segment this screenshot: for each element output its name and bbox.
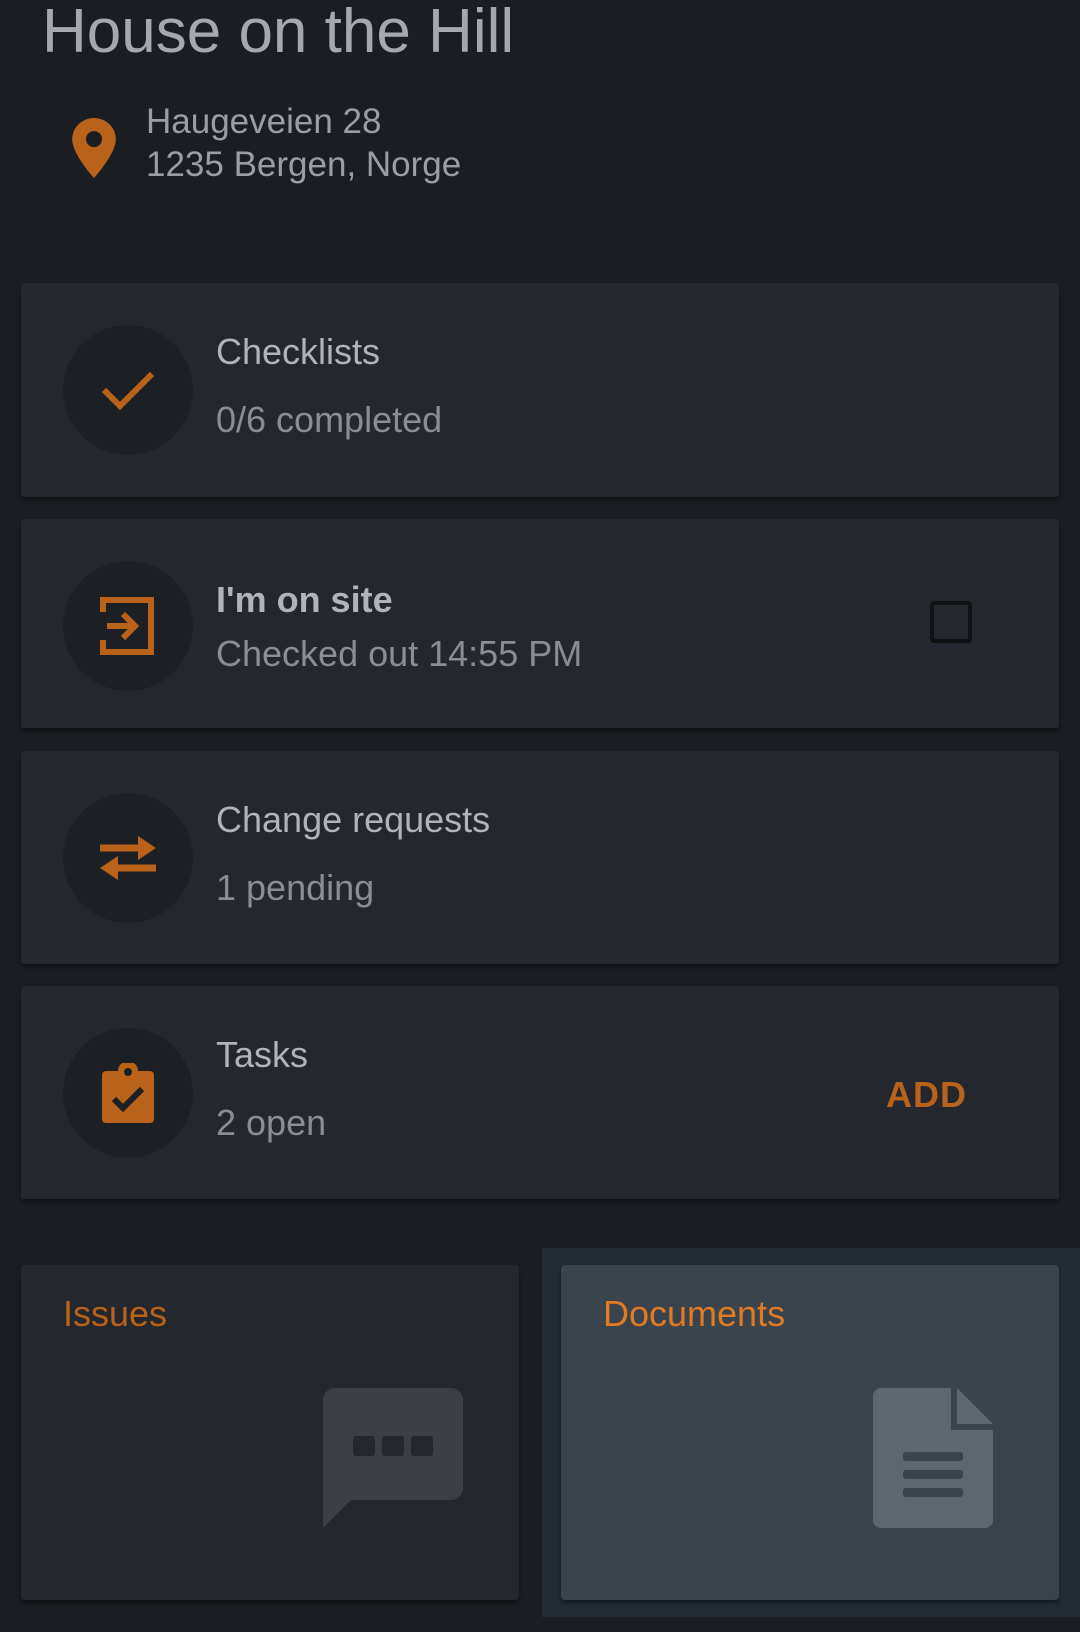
change-requests-title: Change requests xyxy=(216,799,491,840)
onsite-title: I'm on site xyxy=(216,579,393,620)
change-requests-icon-circle xyxy=(63,793,193,923)
clipboard-check-icon xyxy=(102,1063,154,1123)
documents-tile[interactable]: Documents xyxy=(561,1265,1059,1600)
add-task-button[interactable]: ADD xyxy=(886,1074,967,1116)
sign-in-icon xyxy=(100,597,154,655)
change-requests-card[interactable]: Change requests 1 pending xyxy=(21,751,1059,964)
document-icon xyxy=(873,1388,993,1528)
swap-arrows-icon xyxy=(100,836,156,880)
checklists-title: Checklists xyxy=(216,331,381,372)
onsite-card[interactable]: I'm on site Checked out 14:55 PM xyxy=(21,519,1059,728)
documents-label: Documents xyxy=(603,1293,786,1334)
address-line-2: 1235 Bergen, Norge xyxy=(146,145,462,184)
check-icon xyxy=(101,371,155,411)
checklists-icon-circle xyxy=(63,325,193,455)
tasks-card[interactable]: Tasks 2 open ADD xyxy=(21,986,1059,1199)
page-title: House on the Hill xyxy=(42,0,515,66)
tasks-title: Tasks xyxy=(216,1034,309,1075)
tasks-icon-circle xyxy=(63,1028,193,1158)
onsite-subtitle: Checked out 14:55 PM xyxy=(216,633,583,674)
chat-bubble-icon xyxy=(323,1388,463,1528)
onsite-icon-circle xyxy=(63,561,193,691)
checklists-subtitle: 0/6 completed xyxy=(216,399,443,440)
tasks-subtitle: 2 open xyxy=(216,1102,327,1143)
address-line-1: Haugeveien 28 xyxy=(146,102,382,141)
location-pin-icon xyxy=(72,118,116,178)
onsite-checkbox[interactable] xyxy=(930,601,972,643)
checklists-card[interactable]: Checklists 0/6 completed xyxy=(21,283,1059,497)
issues-tile[interactable]: Issues xyxy=(21,1265,519,1600)
project-address: Haugeveien 28 1235 Bergen, Norge xyxy=(72,100,461,186)
issues-label: Issues xyxy=(63,1293,168,1334)
change-requests-subtitle: 1 pending xyxy=(216,867,375,908)
